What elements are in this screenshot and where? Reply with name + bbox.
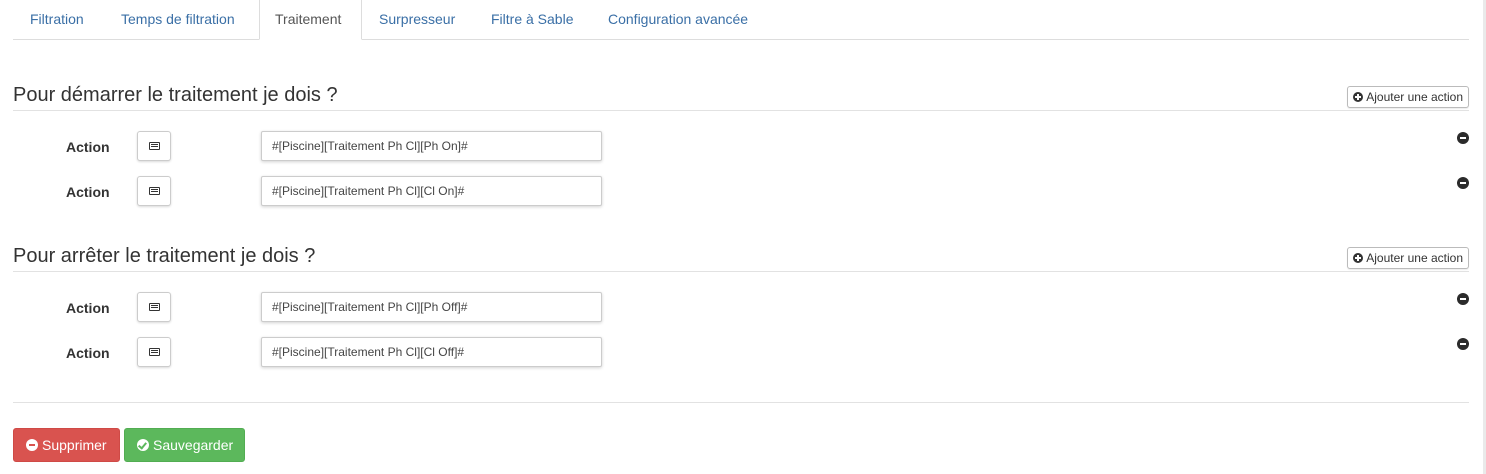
section-divider [13,271,1469,272]
delete-label: Supprimer [42,437,107,453]
action-row: Action [0,292,1486,324]
save-button[interactable]: Sauvegarder [124,428,245,462]
action-label: Action [66,139,110,155]
add-action-label: Ajouter une action [1366,90,1463,104]
select-command-button[interactable] [137,337,171,367]
select-command-button[interactable] [137,131,171,161]
list-alt-icon [149,303,160,311]
add-action-stop-button[interactable]: Ajouter une action [1347,247,1469,269]
minus-circle-icon [26,439,38,451]
save-label: Sauvegarder [153,437,234,453]
action-row: Action [0,131,1486,163]
select-command-button[interactable] [137,292,171,322]
action-label: Action [66,300,110,316]
remove-action-icon[interactable] [1457,338,1469,350]
add-action-label: Ajouter une action [1366,251,1463,265]
action-label: Action [66,184,110,200]
action-command-input[interactable] [261,131,602,161]
action-row: Action [0,176,1486,208]
list-alt-icon [149,187,160,195]
select-command-button[interactable] [137,176,171,206]
tab-filtration[interactable]: Filtration [15,0,99,39]
action-row: Action [0,337,1486,369]
section-title-stop: Pour arrêter le traitement je dois ? [13,245,316,267]
tab-bar: Filtration Temps de filtration Traitemen… [13,0,1469,40]
remove-action-icon[interactable] [1457,177,1469,189]
list-alt-icon [149,142,160,150]
add-action-start-button[interactable]: Ajouter une action [1347,86,1469,108]
list-alt-icon [149,348,160,356]
delete-button[interactable]: Supprimer [13,428,120,462]
footer-divider [13,402,1469,403]
remove-action-icon[interactable] [1457,132,1469,144]
tab-surpresseur[interactable]: Surpresseur [364,0,470,39]
check-circle-icon [137,439,149,451]
action-label: Action [66,345,110,361]
tab-temps-de-filtration[interactable]: Temps de filtration [106,0,250,39]
section-title-start: Pour démarrer le traitement je dois ? [13,84,338,106]
section-divider [13,110,1469,111]
tab-traitement[interactable]: Traitement [259,0,362,40]
action-command-input[interactable] [261,292,602,322]
action-command-input[interactable] [261,176,602,206]
plus-circle-icon [1353,92,1364,102]
tab-configuration-avancee[interactable]: Configuration avancée [593,0,763,39]
tab-filtre-a-sable[interactable]: Filtre à Sable [476,0,588,39]
action-command-input[interactable] [261,337,602,367]
plus-circle-icon [1353,253,1364,263]
remove-action-icon[interactable] [1457,293,1469,305]
